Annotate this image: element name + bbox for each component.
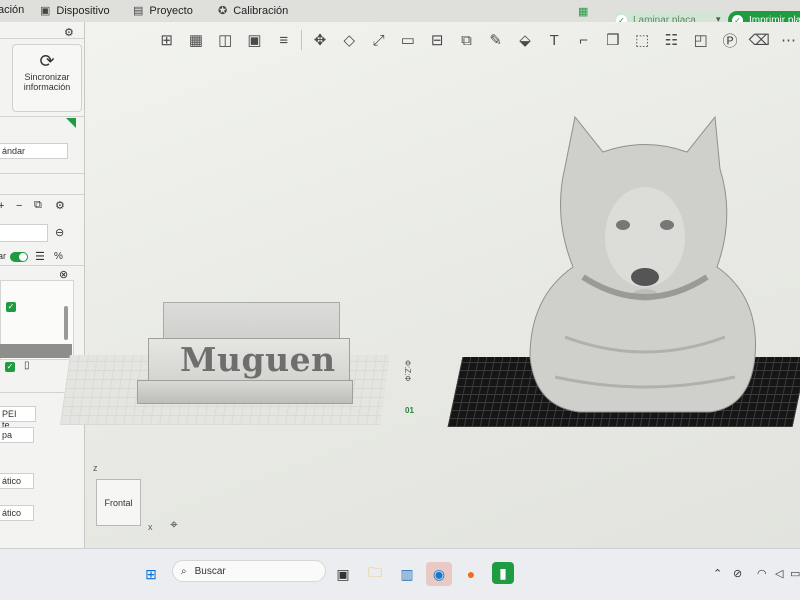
taskbar-search-input[interactable]: ⌕ Buscar: [172, 560, 326, 582]
lines-icon[interactable]: ≡: [272, 29, 295, 51]
list-scrollbar[interactable]: [64, 306, 68, 340]
copy-icon[interactable]: ⧉: [34, 199, 42, 212]
volume-icon[interactable]: ◁: [775, 567, 783, 580]
collapse-icon[interactable]: ⊖: [55, 226, 64, 239]
file-explorer-icon[interactable]: 🗀: [362, 562, 388, 586]
print-profile-value: ándar: [2, 146, 26, 156]
viewport-toolbar: ⊞ ▦ ◫ ▣ ≡ ✥ ◇ ⤢ ▭ ⊟ ⧉ ✎ ⬙ T ⌐ ❒ ⬚ ☷ ◰ Ⓟ …: [155, 26, 800, 54]
place-face-icon[interactable]: ▭: [396, 29, 419, 51]
measure-icon[interactable]: ⌐: [572, 29, 595, 51]
store-icon[interactable]: ▥: [394, 562, 420, 586]
menu-item-label: Dispositivo: [56, 4, 110, 17]
gear-icon[interactable]: ⚙: [55, 199, 65, 212]
view-cube[interactable]: Frontal: [96, 479, 141, 526]
search-placeholder: Buscar: [194, 565, 226, 577]
layer-value: pa: [2, 430, 13, 440]
menu-item-partial[interactable]: ación: [0, 4, 24, 16]
network-off-icon[interactable]: ⊘: [733, 567, 742, 580]
plate-index-label: 01: [405, 406, 414, 415]
wifi-icon[interactable]: ◠: [757, 567, 767, 580]
menu-item-calibration[interactable]: ✪ Calibración: [218, 4, 289, 18]
search-icon: ⌕: [181, 565, 187, 577]
refresh-icon: ⟳: [39, 51, 55, 71]
erase-icon[interactable]: ⌫: [748, 29, 771, 51]
plaque-text: Muguen: [180, 340, 336, 379]
axis-z-label: z: [93, 463, 98, 473]
calibration-icon: ✪: [218, 5, 228, 17]
plate-count-label: Ф:Z:Ф: [403, 360, 412, 382]
plate-type-select[interactable]: PEI te...: [0, 406, 36, 430]
scale-icon[interactable]: ⤢: [367, 29, 390, 51]
object-toggle[interactable]: [10, 252, 28, 262]
plaque-model-base[interactable]: [137, 380, 353, 404]
bambu-studio-icon[interactable]: ▮: [492, 562, 514, 584]
part-icon: ▯: [24, 360, 30, 371]
boolean-icon[interactable]: ⧉: [455, 29, 478, 51]
part-checkbox[interactable]: ✓: [5, 362, 15, 372]
rotate-icon[interactable]: ◇: [338, 29, 361, 51]
toolbar-divider: [301, 30, 303, 50]
layout-icon[interactable]: ▦: [578, 5, 588, 18]
menu-item-label: Calibración: [233, 4, 289, 17]
layers-icon[interactable]: ☷: [660, 29, 683, 51]
preview-icon[interactable]: Ⓟ: [718, 29, 741, 51]
chevron-up-icon[interactable]: ⌃: [713, 567, 722, 580]
dog-bust-model[interactable]: [525, 107, 765, 417]
battery-icon[interactable]: ▭: [790, 567, 800, 580]
menu-item-project[interactable]: ▤ Proyecto: [133, 4, 193, 18]
sync-label: Sincronizar información: [23, 72, 71, 92]
cube-icon[interactable]: ❒: [601, 29, 624, 51]
cut-icon[interactable]: ⊟: [426, 29, 449, 51]
corner-marker-icon: [66, 118, 76, 128]
support-value-1: ático: [2, 476, 22, 486]
support-value-2: ático: [2, 508, 22, 518]
3d-viewport[interactable]: ⊞ ▦ ◫ ▣ ≡ ✥ ◇ ⤢ ▭ ⊟ ⧉ ✎ ⬙ T ⌐ ❒ ⬚ ☷ ◰ Ⓟ …: [60, 22, 800, 548]
support-select-2[interactable]: ático: [0, 505, 34, 521]
arrange-icon[interactable]: ◫: [214, 29, 237, 51]
remove-icon[interactable]: −: [16, 200, 22, 212]
object-checkbox[interactable]: ✓: [6, 302, 16, 312]
add-object-icon[interactable]: ⊞: [155, 29, 178, 51]
view-cube-label: Frontal: [104, 497, 133, 508]
menu-item-device[interactable]: ▣ Dispositivo: [40, 4, 110, 18]
os-taskbar: ⊞ ⌕ Buscar ▣ 🗀 ▥ ◉ ● ▮ ⌃ ⊘ ◠ ◁ ▭: [0, 548, 800, 600]
start-icon[interactable]: ⊞: [138, 562, 164, 586]
menu-item-label: Proyecto: [149, 4, 193, 17]
list-icon[interactable]: ☰: [35, 250, 45, 263]
menu-bar: ación ▣ Dispositivo ▤ Proyecto ✪ Calibra…: [0, 0, 800, 29]
more-icon[interactable]: ⋯: [777, 29, 800, 51]
bounding-box-icon[interactable]: ⬚: [630, 29, 653, 51]
toggle-label: ar: [0, 251, 7, 261]
percent-icon[interactable]: %: [54, 251, 63, 262]
task-view-icon[interactable]: ▣: [330, 562, 356, 586]
layer-select[interactable]: pa: [0, 427, 34, 443]
support-paint-icon[interactable]: ✎: [484, 29, 507, 51]
menu-item-label: ación: [0, 4, 25, 16]
support-select-1[interactable]: ático: [0, 473, 34, 489]
move-icon[interactable]: ✥: [308, 29, 331, 51]
firefox-icon[interactable]: ●: [458, 562, 484, 586]
axis-x-label: x: [148, 522, 153, 532]
left-sidebar: ⚙ ⟳ Sincronizar información ándar + − ⧉ …: [0, 22, 85, 548]
project-icon: ▤: [133, 5, 144, 17]
add-icon[interactable]: +: [0, 200, 4, 212]
app-window: ación ▣ Dispositivo ▤ Proyecto ✪ Calibra…: [0, 0, 800, 600]
grid-icon[interactable]: ▦: [184, 29, 207, 51]
plate-view-icon[interactable]: ◰: [689, 29, 712, 51]
text-tool-icon[interactable]: T: [543, 29, 566, 51]
color-paint-icon[interactable]: ⬙: [513, 29, 536, 51]
sync-info-button[interactable]: ⟳ Sincronizar información: [12, 44, 82, 112]
object-search-input[interactable]: [0, 224, 48, 242]
camera-reset-icon[interactable]: ⌖: [170, 516, 178, 533]
device-icon: ▣: [40, 5, 51, 17]
selected-list-row[interactable]: [0, 344, 72, 358]
layout-plate-icon[interactable]: ▣: [243, 29, 266, 51]
edge-icon[interactable]: ◉: [426, 562, 452, 586]
print-profile-select[interactable]: ándar: [0, 143, 68, 159]
